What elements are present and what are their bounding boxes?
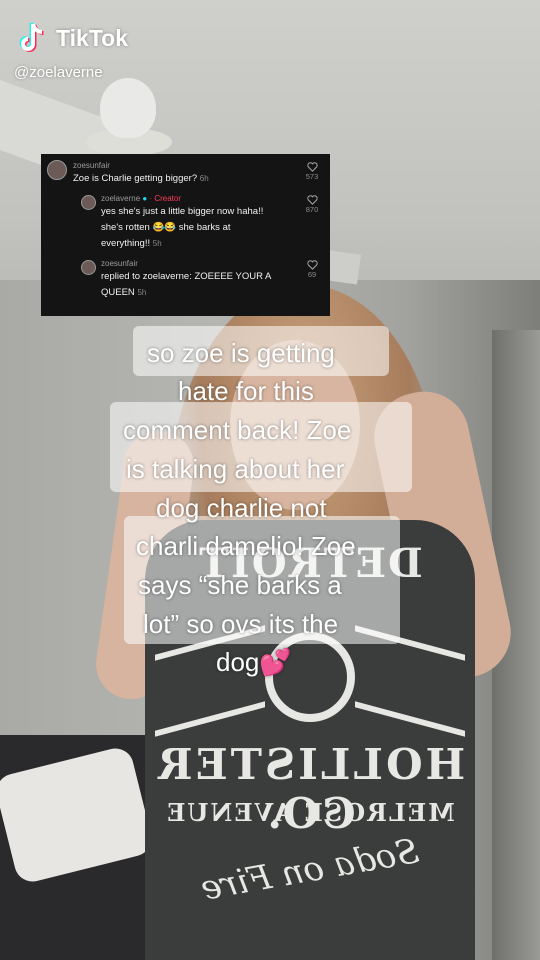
creator-handle: @zoelaverne (14, 64, 103, 81)
comment-reply: zoesunfair replied to zoelaverne: ZOEEEE… (81, 258, 322, 301)
comment-username-row: zoelaverne ● · Creator (101, 193, 288, 204)
comment-text: Zoe is Charlie getting bigger? 6h (73, 171, 288, 187)
avatar (81, 195, 96, 210)
caption-line: says “she barks a (138, 570, 342, 600)
caption-line: dog charlie not (156, 493, 327, 523)
caption-line: charli damelio! Zoe (136, 531, 356, 561)
heart-icon (306, 195, 318, 205)
comment-text-line: everything!! (101, 238, 151, 249)
comment-text-line: yes she's just a little bigger now haha!… (101, 206, 264, 217)
comment-text-line: Zoe is Charlie getting bigger? (73, 173, 198, 184)
like-count: 870 (305, 205, 319, 214)
shirt-print-sub: MELROSE AVENUE (165, 798, 455, 827)
caption-line: dog💕 (216, 647, 292, 677)
comment-like[interactable]: 870 (302, 195, 322, 215)
comment-text: yes she's just a little bigger now haha!… (101, 204, 288, 252)
comment-like[interactable]: 69 (302, 260, 322, 280)
tiktok-logo-icon (18, 20, 50, 56)
caption-line: lot” so ovs its the (143, 609, 339, 639)
like-count: 69 (307, 270, 317, 279)
creator-badge: · Creator (149, 194, 182, 203)
avatar (81, 260, 96, 275)
comment-text: replied to zoelaverne: ZOEEEE YOUR A QUE… (101, 269, 288, 301)
comment-like[interactable]: 573 (302, 162, 322, 182)
comment-time: 5h (137, 288, 147, 297)
comment-text-line: QUEEN (101, 287, 135, 298)
comment-reply: zoelaverne ● · Creator yes she's just a … (81, 193, 322, 252)
heart-icon (306, 162, 318, 172)
avatar (47, 160, 67, 180)
like-count: 573 (305, 172, 319, 181)
ceiling-fan-light (100, 78, 156, 138)
comment-username: zoelaverne (101, 194, 141, 203)
tiktok-brand-text: TikTok (56, 24, 128, 51)
comment-text-line-wrap: QUEEN 5h (101, 285, 288, 301)
comment-item: zoesunfair Zoe is Charlie getting bigger… (47, 160, 322, 187)
comment-text-line-wrap: everything!! 5h (101, 236, 288, 252)
verified-badge-icon: ● (142, 194, 148, 203)
heart-icon (306, 260, 318, 270)
comment-username: zoesunfair (101, 259, 138, 268)
caption-line: comment back! Zoe (123, 415, 352, 445)
caption-line: hate for this (178, 376, 314, 406)
comment-username: zoesunfair (73, 161, 110, 170)
comment-text-line: she's rotten 😂😂 she barks at (101, 222, 231, 233)
caption-line: so zoe is getting (147, 338, 335, 368)
comment-time: 5h (152, 239, 162, 248)
comment-time: 6h (199, 174, 209, 183)
tiktok-watermark: TikTok @zoelaverne (14, 20, 128, 81)
comments-screenshot: zoesunfair Zoe is Charlie getting bigger… (41, 154, 330, 316)
comment-text-line: replied to zoelaverne: ZOEEEE YOUR A (101, 271, 272, 282)
caption-line: is talking about her (126, 454, 345, 484)
